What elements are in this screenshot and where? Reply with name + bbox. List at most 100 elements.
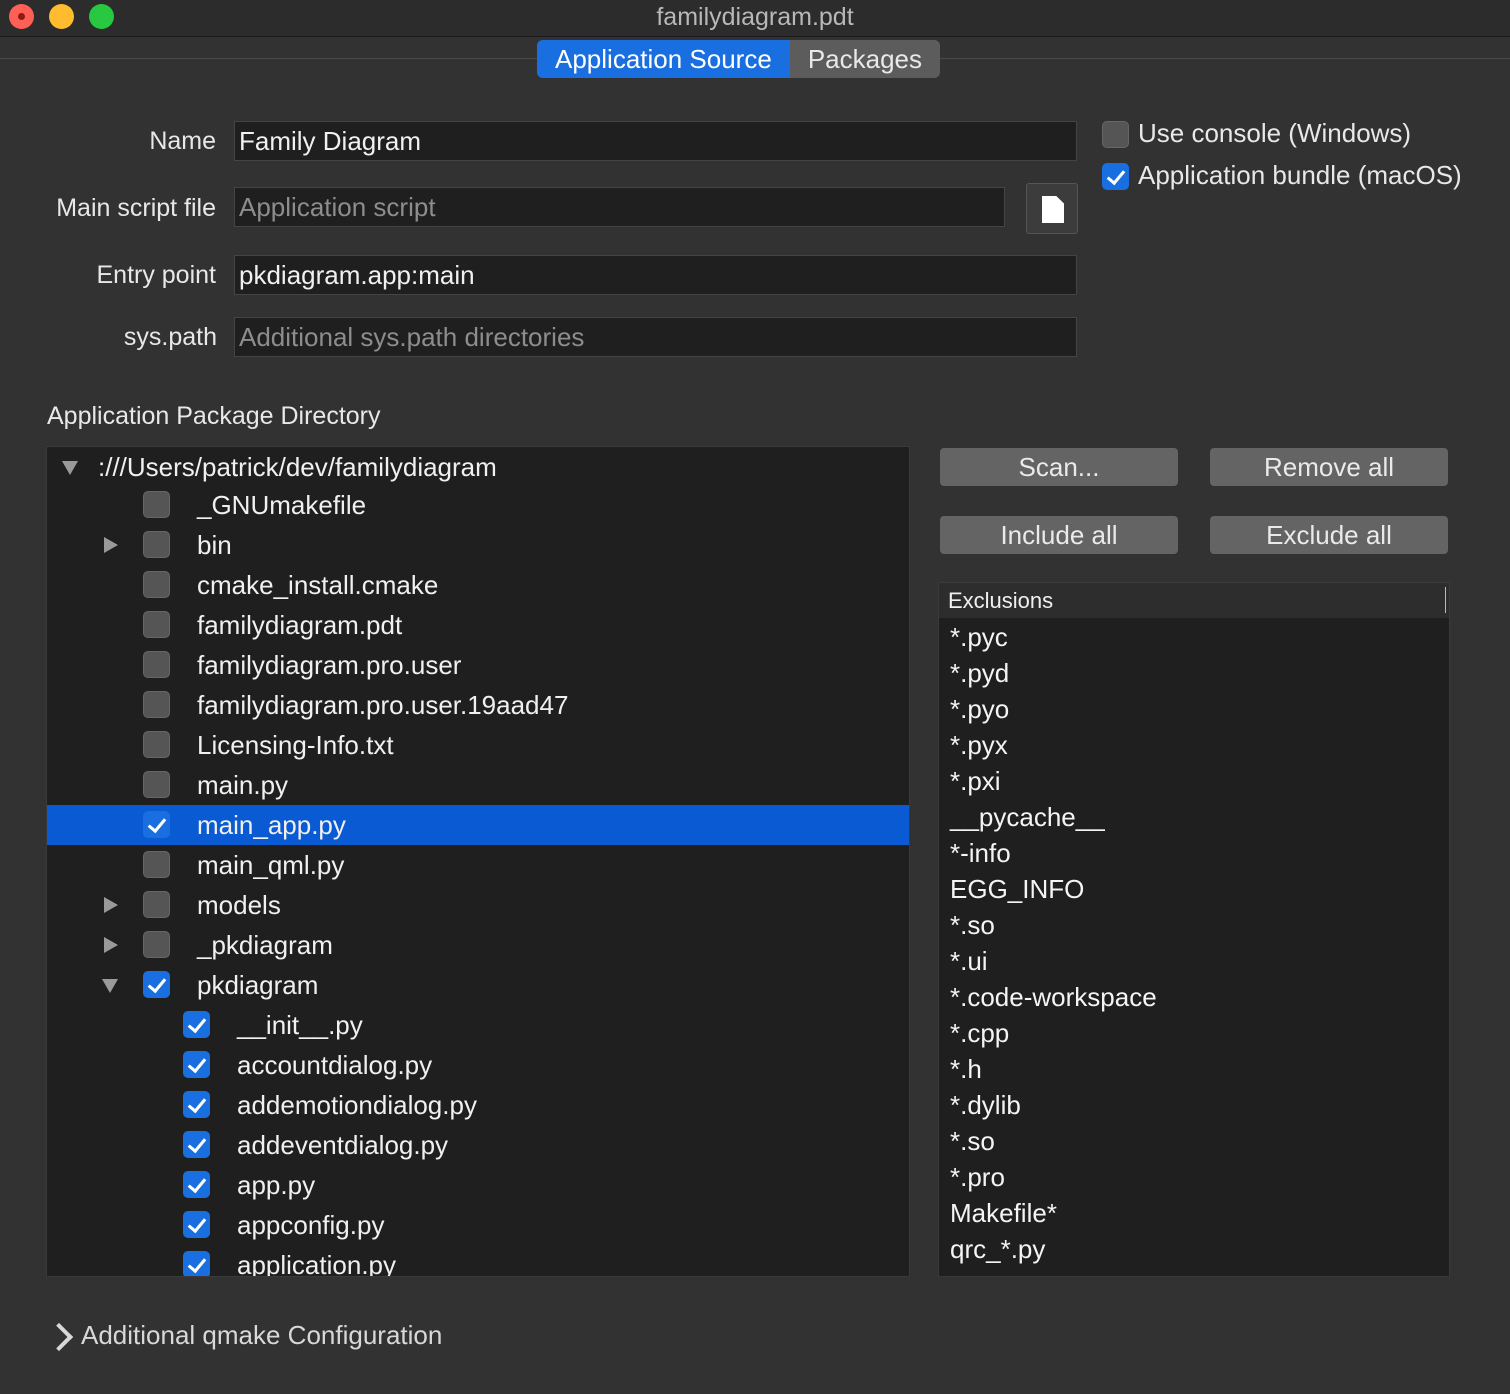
tree-row-checkbox[interactable]	[143, 731, 170, 758]
tree-row-label: familydiagram.pro.user	[197, 650, 462, 680]
include-all-button[interactable]: Include all	[940, 516, 1178, 554]
tree-row[interactable]: app.py	[47, 1165, 909, 1205]
title-bar: familydiagram.pdt	[0, 0, 1510, 37]
use-console-label: Use console (Windows)	[1138, 118, 1412, 148]
collapsed-arrow-icon[interactable]	[104, 897, 118, 913]
tree-row-checkbox[interactable]	[183, 1251, 210, 1276]
exclusion-item[interactable]: qrc_*.py	[950, 1231, 1045, 1267]
app-bundle-checkbox[interactable]	[1102, 163, 1129, 190]
tree-row[interactable]: Licensing-Info.txt	[47, 725, 909, 765]
tree-row-checkbox[interactable]	[183, 1051, 210, 1078]
exclusion-item[interactable]: *-info	[950, 835, 1011, 871]
tree-row-checkbox[interactable]	[143, 771, 170, 798]
tree-row-label: __init__.py	[237, 1010, 363, 1040]
tab-application-source[interactable]: Application Source	[537, 40, 790, 78]
tree-row[interactable]: models	[47, 885, 909, 925]
tree-row-label: addemotiondialog.py	[237, 1090, 477, 1120]
exclusion-item[interactable]: Makefile*	[950, 1195, 1057, 1231]
expanded-arrow-icon[interactable]	[62, 461, 78, 475]
package-directory-title: Application Package Directory	[47, 402, 381, 430]
tree-root-row[interactable]: :///Users/patrick/dev/familydiagram	[47, 447, 909, 487]
tree-row[interactable]: main_app.py	[47, 805, 909, 845]
tree-row[interactable]: application.py	[47, 1245, 909, 1277]
browse-file-button[interactable]	[1026, 183, 1078, 234]
name-label: Name	[149, 127, 216, 155]
tree-row-checkbox[interactable]	[143, 931, 170, 958]
tree-row[interactable]: _GNUmakefile	[47, 485, 909, 525]
exclusion-item[interactable]: *.pyc	[950, 619, 1008, 655]
expanded-arrow-icon[interactable]	[102, 979, 118, 993]
tree-row-checkbox[interactable]	[183, 1211, 210, 1238]
tree-row[interactable]: familydiagram.pro.user	[47, 645, 909, 685]
name-input[interactable]: Family Diagram	[234, 121, 1077, 161]
exclusion-item[interactable]: *.cpp	[950, 1015, 1009, 1051]
tree-row-label: familydiagram.pro.user.19aad47	[197, 690, 569, 720]
tree-row-checkbox[interactable]	[143, 611, 170, 638]
exclusion-item[interactable]: *.so	[950, 907, 995, 943]
exclusion-item[interactable]: *.pxi	[950, 763, 1001, 799]
main-script-input[interactable]: Application script	[234, 187, 1005, 227]
syspath-label: sys.path	[123, 323, 217, 351]
tree-row[interactable]: cmake_install.cmake	[47, 565, 909, 605]
entry-point-label: Entry point	[96, 261, 216, 289]
tree-row[interactable]: addeventdialog.py	[47, 1125, 909, 1165]
tree-row[interactable]: main.py	[47, 765, 909, 805]
exclusion-item[interactable]: __pycache__	[950, 799, 1105, 835]
exclusion-item[interactable]: *.code-workspace	[950, 979, 1157, 1015]
exclusion-item[interactable]: *.h	[950, 1051, 982, 1087]
tree-row-label: application.py	[237, 1250, 396, 1277]
tree-row[interactable]: main_qml.py	[47, 845, 909, 885]
package-tree[interactable]: :///Users/patrick/dev/familydiagram _GNU…	[46, 446, 910, 1277]
use-console-checkbox[interactable]	[1102, 121, 1129, 148]
tree-row-checkbox[interactable]	[183, 1131, 210, 1158]
syspath-input[interactable]: Additional sys.path directories	[234, 317, 1077, 357]
tree-row[interactable]: appconfig.py	[47, 1205, 909, 1245]
exclusions-list[interactable]: Exclusions *.pyc *.pyd *.pyo *.pyx *.pxi __py…	[938, 582, 1450, 1277]
tree-row-checkbox[interactable]	[183, 1091, 210, 1118]
collapsed-arrow-icon[interactable]	[104, 537, 118, 553]
tree-row-checkbox[interactable]	[143, 531, 170, 558]
qmake-config-toggle[interactable]: Additional qmake Configuration	[81, 1320, 442, 1351]
tree-row[interactable]: _pkdiagram	[47, 925, 909, 965]
tree-row-checkbox[interactable]	[143, 811, 170, 838]
tree-row-checkbox[interactable]	[143, 651, 170, 678]
tree-row[interactable]: bin	[47, 525, 909, 565]
tree-row-label: main_qml.py	[197, 850, 345, 880]
tree-row[interactable]: familydiagram.pro.user.19aad47	[47, 685, 909, 725]
entry-point-input[interactable]: pkdiagram.app:main	[234, 255, 1077, 295]
tree-row[interactable]: pkdiagram	[47, 965, 909, 1005]
collapsed-arrow-icon[interactable]	[104, 937, 118, 953]
tree-row-label: _GNUmakefile	[197, 490, 367, 520]
tree-row[interactable]: accountdialog.py	[47, 1045, 909, 1085]
tree-row-checkbox[interactable]	[183, 1171, 210, 1198]
tree-row[interactable]: __init__.py	[47, 1005, 909, 1045]
exclusion-item[interactable]: EGG_INFO	[950, 871, 1084, 907]
scan-button[interactable]: Scan...	[940, 448, 1178, 486]
tree-row-checkbox[interactable]	[143, 571, 170, 598]
tree-row-checkbox[interactable]	[143, 691, 170, 718]
tree-row-label: familydiagram.pdt	[197, 610, 403, 640]
tab-packages[interactable]: Packages	[789, 40, 940, 78]
tree-row[interactable]: familydiagram.pdt	[47, 605, 909, 645]
exclusion-item[interactable]: *.pyo	[950, 691, 1009, 727]
tree-row-checkbox[interactable]	[143, 891, 170, 918]
tree-row-checkbox[interactable]	[143, 491, 170, 518]
tree-row-label: bin	[197, 530, 232, 560]
tree-row-checkbox[interactable]	[183, 1011, 210, 1038]
tree-row-label: pkdiagram	[197, 970, 319, 1000]
exclusion-item[interactable]: *.pyd	[950, 655, 1009, 691]
tree-row[interactable]: addemotiondialog.py	[47, 1085, 909, 1125]
tree-row-checkbox[interactable]	[143, 851, 170, 878]
exclusion-item[interactable]: *.pro	[950, 1159, 1005, 1195]
chevron-right-icon[interactable]	[47, 1322, 69, 1352]
remove-all-button[interactable]: Remove all	[1210, 448, 1448, 486]
tree-root-label: :///Users/patrick/dev/familydiagram	[98, 452, 497, 482]
exclusion-item[interactable]: *.so	[950, 1123, 995, 1159]
exclusion-item[interactable]: *.ui	[950, 943, 988, 979]
tree-row-checkbox[interactable]	[143, 971, 170, 998]
exclude-all-button[interactable]: Exclude all	[1210, 516, 1448, 554]
exclusions-header[interactable]: Exclusions	[939, 583, 1449, 618]
app-bundle-label: Application bundle (macOS)	[1138, 160, 1462, 190]
exclusion-item[interactable]: *.pyx	[950, 727, 1008, 763]
exclusion-item[interactable]: *.dylib	[950, 1087, 1021, 1123]
